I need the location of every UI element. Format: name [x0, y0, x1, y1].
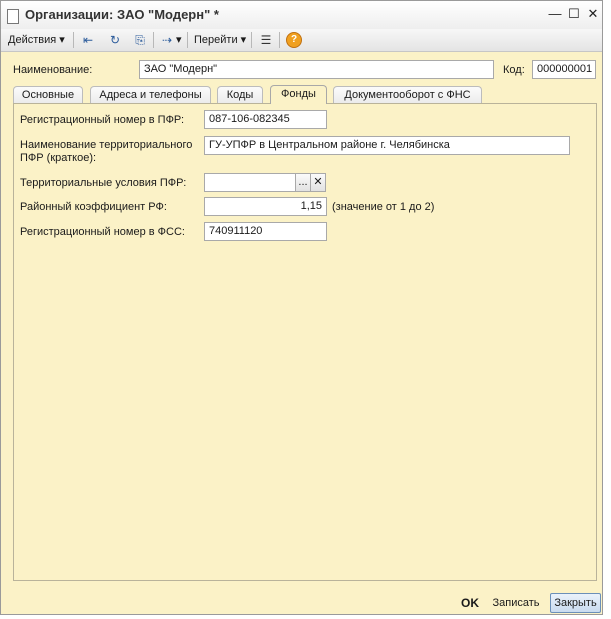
pfr-territorial-field[interactable]: [204, 173, 296, 192]
close-button[interactable]: Закрыть: [550, 593, 601, 613]
post-and-close-icon[interactable]: ⇤: [80, 32, 96, 48]
maximize-button[interactable]: ☐: [567, 7, 581, 21]
pfr-territorial-select: ... ✕: [204, 173, 327, 192]
close-window-button[interactable]: ✕: [586, 7, 600, 21]
goto-menu-label: Перейти: [194, 34, 238, 46]
toolbar: Действия ▾ ⇤ ↻ ⎘ ⇢ ▾ Перейти ▾ ☰ ?: [1, 29, 602, 52]
funds-tab-panel: Регистрационный номер в ПФР: 087-106-082…: [13, 103, 597, 581]
copy-document-icon[interactable]: ⎘: [132, 32, 148, 48]
title-bar[interactable]: Организации: ЗАО "Модерн" * — ☐ ✕: [1, 1, 602, 30]
help-icon[interactable]: ?: [286, 32, 302, 48]
save-button[interactable]: Записать: [488, 593, 544, 613]
toolbar-divider: [251, 32, 252, 48]
regional-coefficient-label: Районный коэффициент РФ:: [20, 201, 167, 213]
based-on-icon[interactable]: ⇢: [159, 32, 175, 48]
bottom-button-bar: OK Записать Закрыть: [1, 591, 602, 615]
actions-menu[interactable]: Действия ▾: [8, 32, 65, 48]
code-label: Код:: [503, 64, 525, 76]
regional-coefficient-field[interactable]: 1,15: [204, 197, 327, 216]
pfr-name-field[interactable]: ГУ-УПФР в Центральном районе г. Челябинс…: [204, 136, 570, 155]
actions-menu-label: Действия: [8, 34, 57, 46]
tab-main[interactable]: Основные: [13, 86, 83, 103]
list-view-icon[interactable]: ☰: [258, 32, 274, 48]
chevron-down-icon[interactable]: ▾: [176, 32, 182, 48]
tab-funds[interactable]: Фонды: [270, 85, 327, 104]
pfr-reg-number-label: Регистрационный номер в ПФР:: [20, 114, 185, 126]
name-field[interactable]: ЗАО "Модерн": [139, 60, 494, 79]
regional-coefficient-hint: (значение от 1 до 2): [332, 201, 435, 213]
goto-menu[interactable]: Перейти ▾: [194, 32, 246, 48]
pfr-name-label-line1: Наименование территориального: [20, 139, 193, 151]
pfr-reg-number-field[interactable]: 087-106-082345: [204, 110, 327, 129]
select-button[interactable]: ...: [295, 173, 311, 192]
name-label: Наименование:: [13, 64, 93, 76]
pfr-name-label-line2: ПФР (краткое):: [20, 152, 97, 164]
refresh-icon[interactable]: ↻: [107, 32, 123, 48]
tab-fns-document-flow[interactable]: Документооборот с ФНС: [333, 86, 482, 103]
tab-addresses-phones[interactable]: Адреса и телефоны: [90, 86, 211, 103]
fss-reg-number-field[interactable]: 740911120: [204, 222, 327, 241]
pfr-name-label: Наименование территориального ПФР (кратк…: [20, 139, 192, 165]
toolbar-divider: [279, 32, 280, 48]
toolbar-divider: [187, 32, 188, 48]
chevron-down-icon: ▾: [240, 34, 247, 46]
tab-codes[interactable]: Коды: [217, 86, 263, 103]
fss-reg-number-label: Регистрационный номер в ФСС:: [20, 226, 185, 238]
ok-button[interactable]: OK: [457, 593, 483, 613]
pfr-territorial-label: Территориальные условия ПФР:: [20, 177, 187, 189]
minimize-button[interactable]: —: [548, 7, 562, 21]
toolbar-divider: [73, 32, 74, 48]
toolbar-divider: [153, 32, 154, 48]
window-title: Организации: ЗАО "Модерн" *: [25, 7, 219, 22]
clear-icon[interactable]: ✕: [310, 173, 326, 192]
organization-window: Организации: ЗАО "Модерн" * — ☐ ✕ Действ…: [0, 0, 603, 615]
document-icon: [7, 9, 19, 24]
chevron-down-icon: ▾: [59, 34, 65, 46]
code-field[interactable]: 000000001: [532, 60, 596, 79]
